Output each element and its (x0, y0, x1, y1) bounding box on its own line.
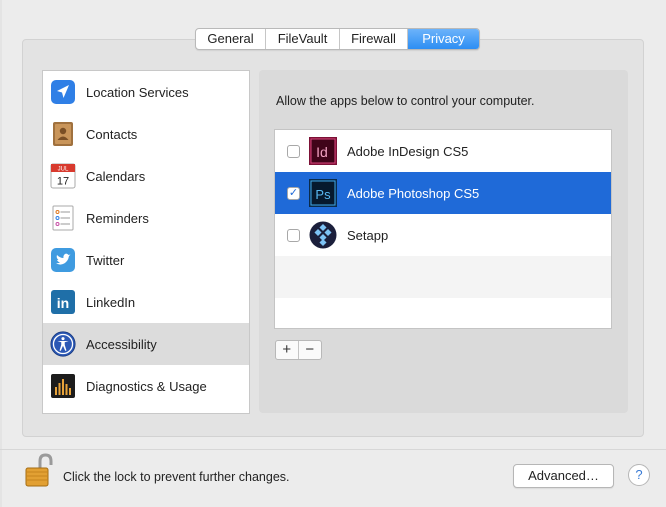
sidebar-item-label: Location Services (86, 84, 189, 100)
photoshop-icon: Ps (309, 179, 337, 207)
app-checkbox-checked[interactable]: ✓ (287, 187, 300, 200)
calendar-month-text: JUL (58, 167, 69, 173)
accessibility-app-list: Id Adobe InDesign CS5 ✓ Ps Adobe Photosh… (274, 129, 612, 329)
window-edge (0, 0, 2, 507)
app-row-photoshop[interactable]: ✓ Ps Adobe Photoshop CS5 (275, 172, 611, 214)
sidebar-item-contacts[interactable]: Contacts (43, 113, 249, 155)
setapp-icon (309, 221, 337, 249)
help-button[interactable]: ? (628, 464, 650, 486)
linkedin-icon: in (50, 289, 76, 315)
app-row-indesign[interactable]: Id Adobe InDesign CS5 (275, 130, 611, 172)
contacts-book-icon (50, 121, 76, 147)
tab-general[interactable]: General (196, 29, 266, 49)
lock-status-text: Click the lock to prevent further change… (63, 470, 290, 484)
linkedin-icon-text: in (57, 295, 69, 311)
sidebar-item-label: Accessibility (86, 336, 157, 352)
sidebar-item-label: LinkedIn (86, 294, 136, 310)
twitter-bird-icon (50, 247, 76, 273)
calendar-icon: JUL 17 (50, 163, 76, 189)
accessibility-prompt: Allow the apps below to control your com… (276, 94, 535, 108)
sidebar-item-diagnostics-usage[interactable]: Diagnostics & Usage (43, 365, 249, 407)
sidebar-item-label: Reminders (86, 210, 149, 226)
tab-bar: General FileVault Firewall Privacy (195, 28, 480, 50)
sidebar-item-reminders[interactable]: Reminders (43, 197, 249, 239)
indesign-icon: Id (309, 137, 337, 165)
sidebar-item-linkedin[interactable]: in LinkedIn (43, 281, 249, 323)
diagnostics-bars-icon (50, 373, 76, 399)
accessibility-person-icon (50, 331, 76, 357)
add-remove-control: + − (275, 340, 322, 360)
reminders-list-icon (50, 205, 76, 231)
tab-firewall[interactable]: Firewall (340, 29, 408, 49)
remove-app-button[interactable]: − (299, 341, 321, 359)
calendar-day-text: 17 (57, 176, 69, 188)
sidebar-item-label: Contacts (86, 126, 138, 142)
sidebar-item-label: Twitter (86, 252, 125, 268)
app-checkbox[interactable] (287, 145, 300, 158)
sidebar-item-calendars[interactable]: JUL 17 Calendars (43, 155, 249, 197)
app-label: Adobe Photoshop CS5 (347, 186, 480, 201)
sidebar-item-label: Diagnostics & Usage (86, 378, 207, 394)
sidebar-item-label: Calendars (86, 168, 146, 184)
tab-filevault[interactable]: FileVault (266, 29, 340, 49)
empty-row (275, 256, 611, 298)
app-row-setapp[interactable]: Setapp (275, 214, 611, 256)
advanced-button[interactable]: Advanced… (513, 464, 614, 488)
footer-divider (0, 449, 666, 450)
sidebar-item-location-services[interactable]: Location Services (43, 71, 249, 113)
tab-privacy[interactable]: Privacy (408, 29, 479, 49)
app-label: Adobe InDesign CS5 (347, 144, 469, 159)
sidebar-item-twitter[interactable]: Twitter (43, 239, 249, 281)
lock-icon[interactable] (24, 453, 54, 488)
add-app-button[interactable]: + (276, 341, 299, 359)
photoshop-icon-text: Ps (315, 187, 331, 202)
app-checkbox[interactable] (287, 229, 300, 242)
sidebar-item-accessibility[interactable]: Accessibility (43, 323, 249, 365)
app-label: Setapp (347, 228, 389, 243)
indesign-icon-text: Id (316, 144, 328, 160)
privacy-category-list: Location Services Contacts JUL 17 Calend… (42, 70, 250, 414)
location-arrow-icon (50, 79, 76, 105)
